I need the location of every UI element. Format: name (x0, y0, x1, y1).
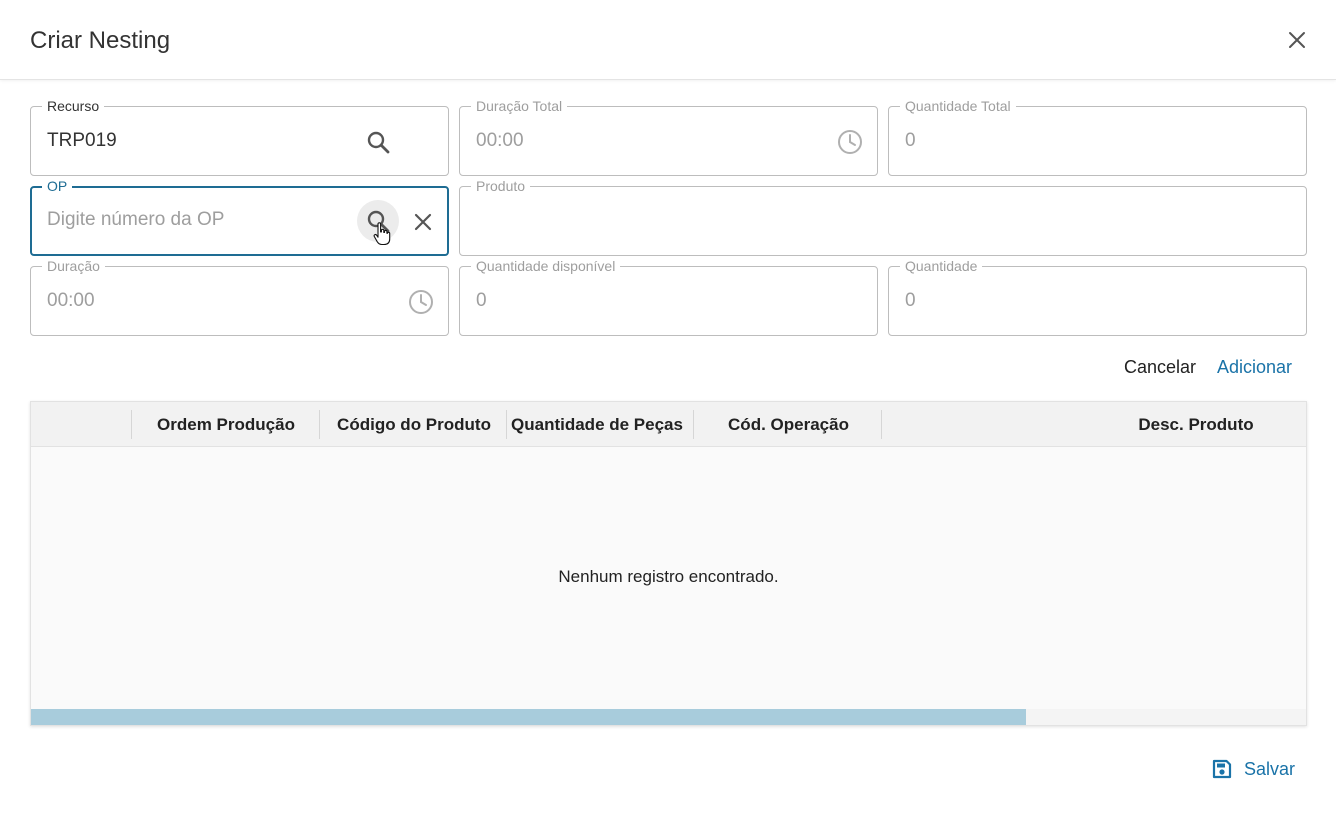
duracao-value: 00:00 (47, 290, 95, 311)
quantidade-total-value: 0 (905, 130, 916, 151)
recurso-label: Recurso (42, 98, 105, 114)
quantidade-disponivel-label: Quantidade disponível (471, 258, 621, 274)
op-clear-button[interactable] (412, 211, 434, 238)
quantidade-field: Quantidade 0 (888, 258, 1307, 336)
duracao-total-clock (836, 128, 864, 161)
quantidade-disponivel-field: Quantidade disponível 0 (459, 258, 878, 336)
column-separator[interactable] (506, 410, 507, 439)
scrollbar-thumb[interactable] (31, 709, 1026, 725)
op-label: OP (42, 178, 73, 194)
clock-icon (838, 130, 862, 154)
close-button[interactable] (1284, 27, 1310, 53)
quantidade-total-label: Quantidade Total (900, 98, 1016, 114)
dialog-title: Criar Nesting (30, 27, 171, 54)
close-icon (1289, 32, 1305, 48)
column-separator[interactable] (693, 410, 694, 439)
op-field[interactable]: OP (30, 178, 449, 256)
save-icon (1212, 759, 1232, 779)
column-cod-operacao[interactable]: Cód. Operação (696, 402, 881, 447)
dialog-header: Criar Nesting (0, 0, 1336, 80)
items-table: Ordem Produção Código do Produto Quantid… (30, 401, 1307, 726)
cancel-button[interactable]: Cancelar (1124, 357, 1196, 378)
duracao-clock (407, 288, 435, 321)
op-search-button[interactable] (357, 200, 399, 246)
add-button[interactable]: Adicionar (1217, 357, 1292, 378)
column-separator[interactable] (131, 410, 132, 439)
duracao-total-field: Duração Total 00:00 (459, 98, 878, 176)
search-icon (367, 131, 390, 154)
column-separator[interactable] (319, 410, 320, 439)
duracao-field: Duração 00:00 (30, 258, 449, 336)
table-header: Ordem Produção Código do Produto Quantid… (31, 402, 1306, 447)
quantidade-value: 0 (905, 290, 916, 311)
produto-field: Produto (459, 178, 1307, 256)
column-desc-produto[interactable]: Desc. Produto (1111, 402, 1281, 447)
quantidade-label: Quantidade (900, 258, 983, 274)
quantidade-total-field: Quantidade Total 0 (888, 98, 1307, 176)
op-input[interactable] (47, 209, 347, 231)
recurso-field[interactable]: Recurso TRP019 (30, 98, 449, 176)
save-button[interactable]: Salvar (1211, 757, 1295, 781)
clock-icon (409, 290, 433, 314)
clear-icon (414, 213, 432, 231)
quantidade-disponivel-value: 0 (476, 290, 487, 311)
recurso-search-button[interactable] (365, 129, 391, 160)
duracao-total-label: Duração Total (471, 98, 568, 114)
column-separator[interactable] (881, 410, 882, 439)
column-ordem-producao[interactable]: Ordem Produção (133, 402, 319, 447)
column-quantidade-pecas[interactable]: Quantidade de Peças (511, 402, 683, 447)
column-codigo-produto[interactable]: Código do Produto (321, 402, 507, 447)
produto-label: Produto (471, 178, 531, 194)
duracao-label: Duração (42, 258, 105, 274)
empty-message: Nenhum registro encontrado. (558, 567, 779, 586)
horizontal-scrollbar[interactable] (31, 709, 1306, 725)
recurso-value: TRP019 (47, 130, 117, 151)
pointer-cursor-icon (373, 222, 391, 246)
save-label: Salvar (1244, 758, 1296, 779)
duracao-total-value: 00:00 (476, 130, 524, 151)
